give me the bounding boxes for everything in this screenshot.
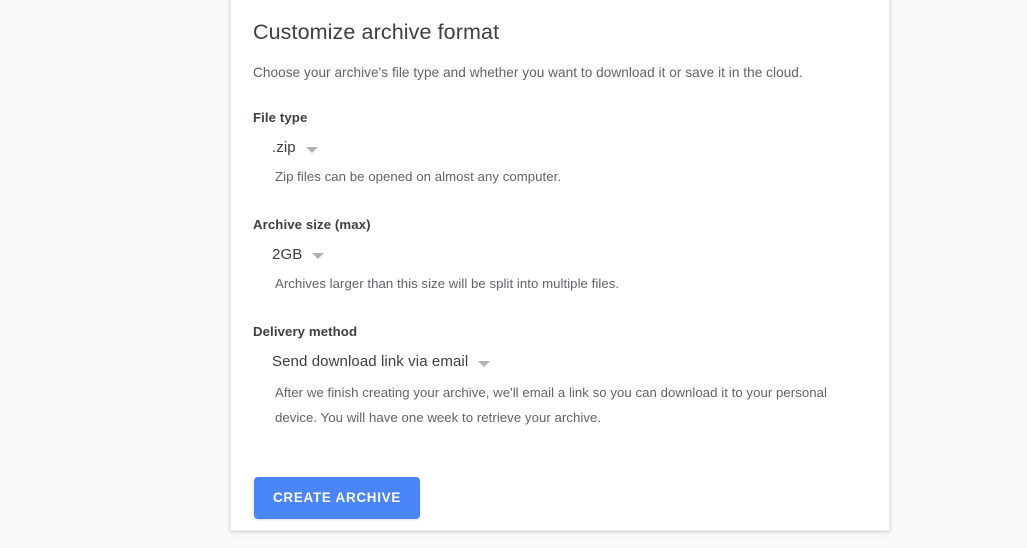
- action-row: CREATE ARCHIVE: [253, 477, 865, 519]
- section-delivery-method: Delivery method Send download link via e…: [253, 323, 865, 430]
- chevron-down-icon: [312, 253, 325, 259]
- file-type-helper-text: Zip files can be opened on almost any co…: [275, 169, 562, 184]
- card-content: Customize archive format Choose your arc…: [231, 0, 889, 519]
- delivery-method-select[interactable]: Send download link via email: [253, 352, 865, 372]
- page-root: Customize archive format Choose your arc…: [0, 0, 1027, 548]
- page-subtitle: Choose your archive's file type and whet…: [253, 65, 803, 80]
- create-archive-button[interactable]: CREATE ARCHIVE: [254, 477, 421, 519]
- file-type-label: File type: [253, 110, 308, 125]
- archive-size-value: 2GB: [272, 245, 303, 263]
- archive-size-helper-text: Archives larger than this size will be s…: [275, 275, 620, 291]
- customize-archive-format-card: Customize archive format Choose your arc…: [230, 0, 890, 531]
- chevron-down-icon: [305, 146, 318, 153]
- delivery-method-helper-text: After we finish creating your archive, w…: [275, 385, 827, 425]
- file-type-select[interactable]: .zip: [253, 138, 865, 158]
- archive-size-select[interactable]: 2GB: [253, 245, 865, 265]
- page-title: Customize archive format: [253, 20, 500, 44]
- delivery-method-value: Send download link via email: [272, 353, 469, 370]
- chevron-down-icon: [478, 360, 491, 367]
- delivery-method-label: Delivery method: [253, 324, 358, 339]
- section-archive-size: Archive size (max) 2GB Archives larger t…: [253, 216, 865, 297]
- file-type-value: .zip: [272, 139, 296, 156]
- section-file-type: File type .zip Zip files can be opened o…: [253, 109, 865, 190]
- archive-size-label: Archive size (max): [253, 216, 371, 232]
